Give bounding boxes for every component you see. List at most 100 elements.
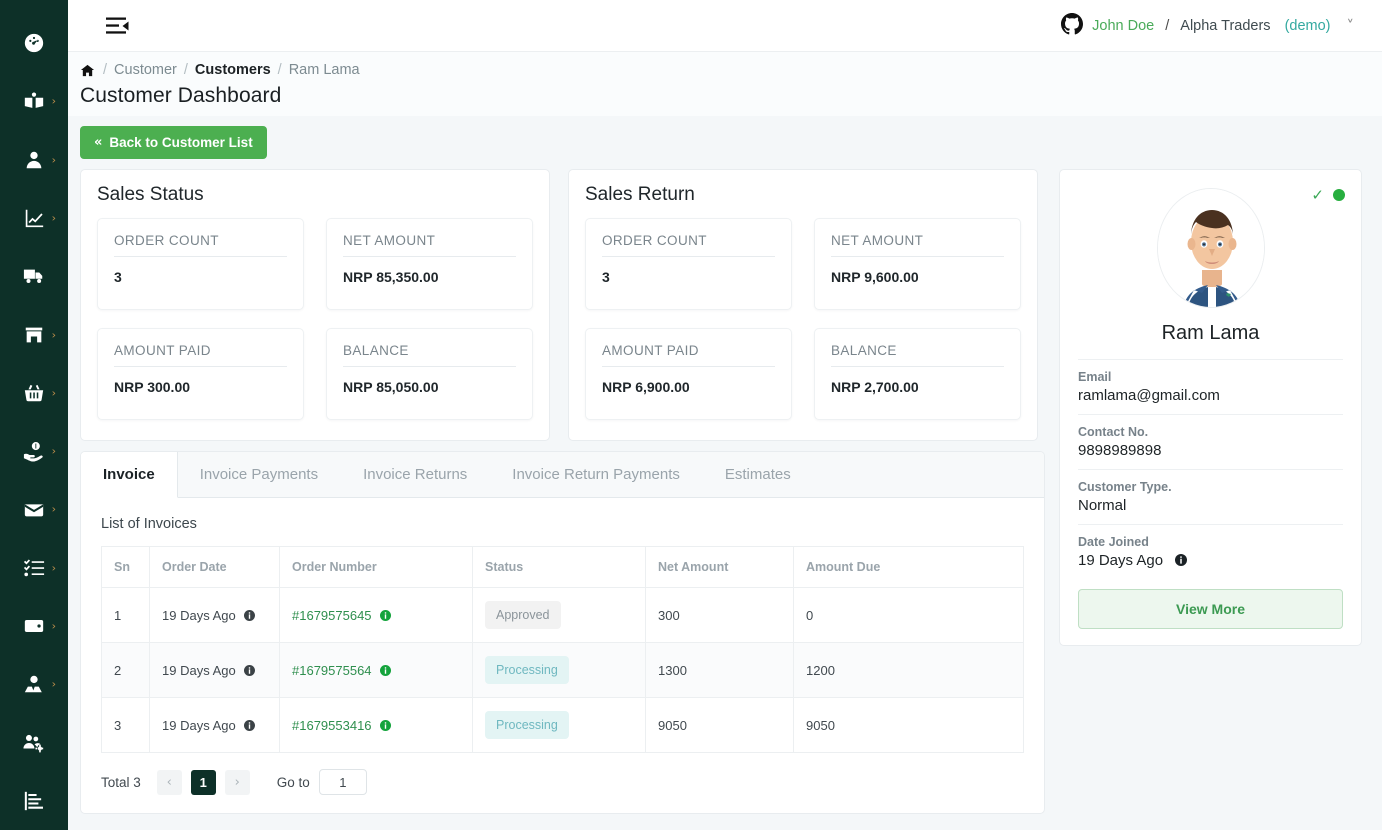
profile-field-customer-type: Customer Type. Normal [1078, 469, 1343, 524]
breadcrumb-item-customer[interactable]: Customer [114, 62, 177, 78]
user-name: John Doe [1092, 17, 1155, 34]
back-to-customer-list-button[interactable]: « Back to Customer List [80, 126, 267, 159]
view-more-button[interactable]: View More [1078, 589, 1343, 629]
sidebar-item-dashboard[interactable] [0, 14, 68, 72]
main-sidebar[interactable]: › › › › › › › › › › [0, 0, 68, 830]
sidebar-item-payments[interactable]: › [0, 422, 68, 480]
metric-value: NRP 6,900.00 [602, 379, 690, 395]
order-number-link[interactable]: #1679575645 [292, 608, 372, 623]
status-badge: Processing [485, 656, 569, 684]
metric-card: NET AMOUNT NRP 85,350.00 [326, 218, 533, 310]
chevron-right-icon: › [51, 386, 56, 400]
cell-amount-due: 1200 [793, 642, 1024, 698]
profile-field-contact: Contact No. 9898989898 [1078, 414, 1343, 469]
column-header-net-amount: Net Amount [645, 546, 794, 588]
table-row[interactable]: 3 19 Days Ago #1679553416 Processing 905… [101, 697, 1024, 753]
user-menu[interactable]: John Doe / Alpha Traders (demo) ˅ [1061, 12, 1355, 39]
sidebar-item-tasks[interactable]: › [0, 539, 68, 597]
metric-label: AMOUNT PAID [114, 343, 287, 367]
chevron-right-icon: › [51, 153, 56, 167]
info-icon[interactable] [244, 719, 256, 731]
page-title: Customer Dashboard [80, 84, 282, 107]
chevron-right-icon: › [51, 328, 56, 342]
avatar [1156, 188, 1265, 308]
sidebar-item-purchases[interactable]: › [0, 364, 68, 422]
back-button-row: « Back to Customer List [68, 116, 1382, 159]
github-icon [1061, 12, 1084, 39]
goto-page-input[interactable] [318, 769, 367, 795]
back-button-label: Back to Customer List [109, 135, 253, 150]
sidebar-item-wallet[interactable]: › [0, 597, 68, 655]
tab-invoice-return-payments[interactable]: Invoice Return Payments [490, 452, 703, 497]
chevron-down-icon[interactable]: ˅ [1347, 17, 1355, 35]
info-icon[interactable] [380, 719, 392, 731]
breadcrumb-separator: / [183, 62, 188, 78]
sidebar-item-team[interactable]: › [0, 655, 68, 713]
chevron-right-icon: › [51, 211, 56, 225]
menu-collapse-icon[interactable] [106, 15, 132, 37]
pagination: Total 3 ‹ 1 › Go to [81, 753, 1044, 813]
sidebar-item-delivery[interactable] [0, 247, 68, 305]
order-number-link[interactable]: #1679575564 [292, 663, 372, 678]
column-header-status: Status [472, 546, 646, 588]
sales-status-title: Sales Status [97, 184, 204, 205]
column-header-order-number: Order Number [279, 546, 473, 588]
info-icon[interactable] [244, 609, 256, 621]
metric-label: NET AMOUNT [343, 233, 516, 257]
info-icon[interactable] [380, 664, 392, 676]
tab-invoice-returns[interactable]: Invoice Returns [341, 452, 490, 497]
sidebar-item-customers[interactable]: › [0, 131, 68, 189]
tab-estimates[interactable]: Estimates [703, 452, 814, 497]
sidebar-item-user-settings[interactable] [0, 713, 68, 771]
user-env-badge: (demo) [1284, 17, 1331, 34]
left-column: Sales Status ORDER COUNT 3 NET AMOUNT NR… [80, 169, 1045, 814]
profile-field-date-joined: Date Joined 19 Days Ago [1078, 524, 1343, 579]
tab-bar: Invoice Invoice Payments Invoice Returns… [81, 452, 1044, 498]
invoice-table-head: Sn Order Date Order Number Status Net Am… [101, 546, 1024, 588]
sidebar-item-store[interactable]: › [0, 305, 68, 363]
user-org: Alpha Traders [1180, 17, 1271, 34]
inbox-icon [23, 498, 45, 520]
hand-money-icon [23, 440, 45, 462]
next-page-button[interactable]: › [224, 769, 250, 795]
metric-label: BALANCE [831, 343, 1004, 367]
cell-amount-due: 0 [793, 587, 1024, 643]
sidebar-item-reports[interactable] [0, 772, 68, 830]
sidebar-item-catalog[interactable]: › [0, 72, 68, 130]
field-value: 19 Days Ago [1078, 552, 1164, 569]
metric-card: ORDER COUNT 3 [97, 218, 304, 310]
table-row[interactable]: 1 19 Days Ago #1679575645 Approved 300 0 [101, 587, 1024, 643]
metric-label: AMOUNT PAID [602, 343, 775, 367]
cell-order-date: 19 Days Ago [149, 642, 280, 698]
order-date-text: 19 Days Ago [162, 607, 236, 623]
page-number-1[interactable]: 1 [190, 769, 216, 795]
sales-return-title: Sales Return [585, 184, 695, 205]
home-icon[interactable] [80, 63, 96, 78]
double-chevron-left-icon: « [94, 135, 103, 150]
info-icon[interactable] [244, 664, 256, 676]
breadcrumb-item-customers[interactable]: Customers [195, 62, 271, 78]
book-user-icon [23, 90, 45, 112]
sidebar-item-analytics[interactable]: › [0, 189, 68, 247]
tab-invoice-payments[interactable]: Invoice Payments [178, 452, 341, 497]
prev-page-button[interactable]: ‹ [156, 769, 182, 795]
tab-invoice[interactable]: Invoice [81, 452, 178, 498]
metric-card: ORDER COUNT 3 [585, 218, 792, 310]
cell-status: Processing [472, 697, 646, 753]
info-icon[interactable] [1174, 554, 1187, 566]
users-podium-icon [23, 673, 45, 695]
goto-label: Go to [276, 774, 310, 790]
order-number-link[interactable]: #1679553416 [292, 718, 372, 733]
metric-card: BALANCE NRP 2,700.00 [814, 328, 1021, 420]
cell-order-date: 19 Days Ago [149, 587, 280, 643]
chevron-right-icon: › [51, 561, 56, 575]
status-badge: Approved [485, 601, 561, 629]
invoice-table: Sn Order Date Order Number Status Net Am… [101, 546, 1024, 753]
column-header-order-date: Order Date [149, 546, 280, 588]
table-row[interactable]: 2 19 Days Ago #1679575564 Processing 130… [101, 642, 1024, 698]
chevron-right-icon: › [51, 94, 56, 108]
sidebar-item-inbox[interactable]: › [0, 480, 68, 538]
field-label: Email [1078, 370, 1112, 384]
total-count-label: Total 3 [101, 774, 141, 790]
info-icon[interactable] [380, 609, 392, 621]
